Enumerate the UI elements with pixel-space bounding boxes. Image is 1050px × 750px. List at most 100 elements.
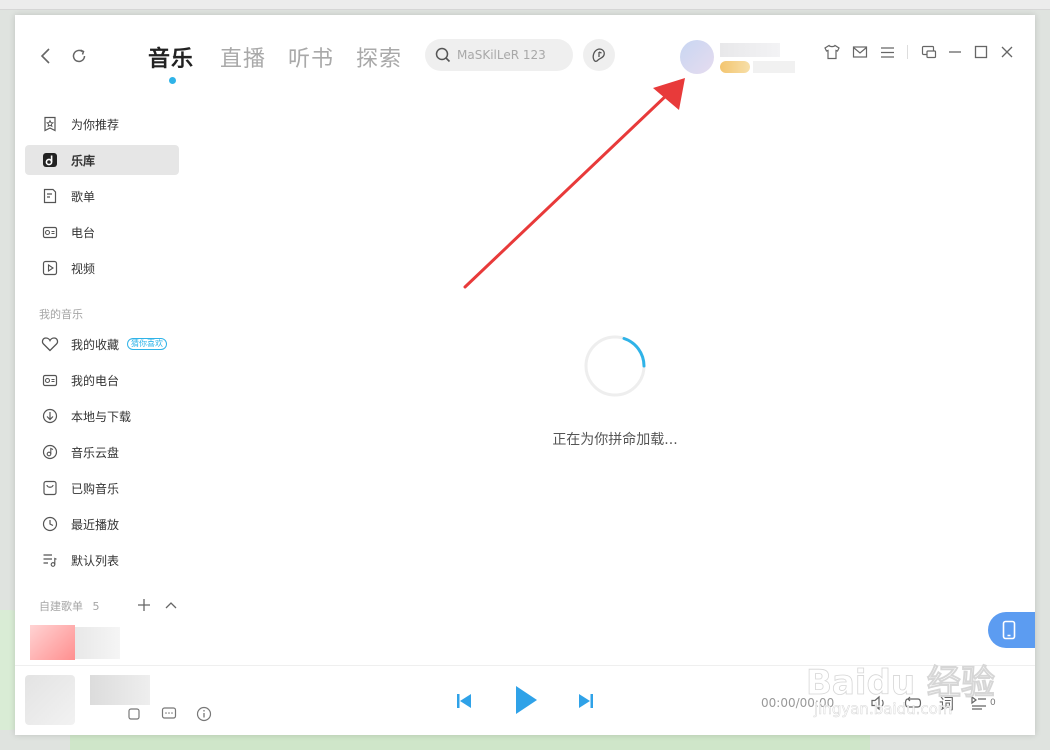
- clock-icon: [41, 515, 59, 533]
- now-playing-cover[interactable]: [25, 675, 75, 725]
- tab-live[interactable]: 直播: [220, 41, 266, 73]
- collapse-playlists-button[interactable]: [163, 597, 179, 613]
- music-app-window: 音乐 直播 听书 探索 为你推荐 乐库 歌单: [15, 15, 1035, 735]
- volume-button[interactable]: [870, 694, 888, 712]
- vip-info-blurred: [753, 61, 795, 73]
- sidebar-item-label: 视频: [71, 261, 96, 276]
- created-playlists-title: 自建歌单 5: [39, 598, 100, 614]
- like-song-button[interactable]: [125, 705, 143, 723]
- mini-mode-button[interactable]: [920, 43, 938, 61]
- playlist-name-blurred[interactable]: [75, 627, 120, 659]
- sidebar-item-video[interactable]: 视频: [25, 253, 179, 283]
- next-track-button[interactable]: [575, 690, 597, 712]
- info-icon: [196, 706, 212, 722]
- square-icon: [128, 708, 140, 720]
- comments-button[interactable]: [160, 705, 178, 723]
- loop-mode-button[interactable]: [904, 694, 922, 712]
- playback-time: 00:00/00:00: [761, 696, 835, 710]
- loading-message: 正在为你拼命加载...: [552, 432, 678, 448]
- desktop-background: [70, 735, 870, 750]
- skin-button[interactable]: [823, 43, 841, 61]
- sidebar-item-label: 歌单: [71, 189, 96, 204]
- now-playing-title-blurred: [90, 675, 150, 705]
- queue-icon: [971, 695, 986, 710]
- music-recognition-icon: [592, 48, 605, 62]
- sidebar-item-label: 乐库: [71, 153, 96, 168]
- heart-icon: [41, 335, 59, 353]
- sidebar-item-label: 本地与下载: [71, 409, 132, 424]
- created-playlists-count: 5: [92, 600, 100, 613]
- sidebar-item-radio[interactable]: 电台: [25, 217, 179, 247]
- purchased-icon: [41, 479, 59, 497]
- search-input[interactable]: [457, 48, 567, 62]
- music-library-icon: [41, 151, 59, 169]
- previous-track-button[interactable]: [453, 690, 475, 712]
- annotation-arrow: [463, 78, 685, 289]
- search-icon: [435, 47, 451, 63]
- close-button[interactable]: [998, 43, 1016, 61]
- sidebar-item-local-download[interactable]: 本地与下载: [25, 401, 179, 431]
- tab-music[interactable]: 音乐: [148, 41, 194, 73]
- sidebar-item-label: 我的收藏: [71, 337, 120, 352]
- phone-sync-button[interactable]: [988, 612, 1035, 648]
- sidebar-item-recommend[interactable]: 为你推荐: [25, 109, 179, 139]
- sidebar-item-library[interactable]: 乐库: [25, 145, 179, 175]
- video-play-icon: [41, 259, 59, 277]
- maximize-button[interactable]: [972, 43, 990, 61]
- sidebar-item-playlists[interactable]: 歌单: [25, 181, 179, 211]
- playlist-doc-icon: [41, 187, 59, 205]
- phone-icon: [1002, 620, 1016, 640]
- cloud-disk-icon: [41, 443, 59, 461]
- minimize-icon: [949, 51, 961, 53]
- toolbar-divider: [907, 45, 908, 59]
- sidebar-item-recent[interactable]: 最近播放: [25, 509, 179, 539]
- sidebar-item-my-radio[interactable]: 我的电台: [25, 365, 179, 395]
- sidebar-item-label: 为你推荐: [71, 117, 120, 132]
- back-button[interactable]: [35, 45, 57, 67]
- play-icon: [516, 686, 537, 714]
- chevron-up-icon: [165, 602, 177, 609]
- sidebar-item-label: 音乐云盘: [71, 445, 120, 460]
- maximize-icon: [974, 45, 988, 59]
- sidebar-item-default-list[interactable]: 默认列表: [25, 545, 179, 575]
- refresh-button[interactable]: [68, 45, 90, 67]
- voice-search-button[interactable]: [583, 39, 615, 71]
- mail-icon: [852, 46, 868, 58]
- play-queue-button[interactable]: [970, 694, 988, 712]
- lyrics-button[interactable]: 词: [939, 693, 954, 714]
- song-info-button[interactable]: [195, 705, 213, 723]
- repeat-icon: [904, 696, 922, 708]
- sidebar-item-label: 电台: [71, 225, 96, 240]
- sidebar-item-cloud-disk[interactable]: 音乐云盘: [25, 437, 179, 467]
- list-music-icon: [41, 551, 59, 569]
- vip-badge[interactable]: [720, 61, 750, 73]
- loading-spinner: [584, 335, 646, 397]
- plus-icon: [138, 599, 150, 611]
- messages-button[interactable]: [851, 43, 869, 61]
- tab-explore[interactable]: 探索: [356, 41, 402, 73]
- play-button[interactable]: [511, 682, 541, 718]
- download-icon: [41, 407, 59, 425]
- sidebar-item-label: 我的电台: [71, 373, 120, 388]
- sidebar-item-purchased[interactable]: 已购音乐: [25, 473, 179, 503]
- mini-mode-icon: [921, 45, 937, 59]
- volume-icon: [871, 695, 884, 711]
- chevron-left-icon: [40, 48, 50, 64]
- shirt-icon: [824, 44, 840, 60]
- refresh-icon: [72, 49, 86, 63]
- playlist-cover-blurred[interactable]: [30, 625, 75, 660]
- tab-audiobook[interactable]: 听书: [288, 41, 334, 73]
- my-music-section-title: 我的音乐: [39, 308, 83, 321]
- add-playlist-button[interactable]: [136, 597, 152, 613]
- skip-back-icon: [457, 694, 471, 708]
- search-box[interactable]: [425, 39, 573, 71]
- sidebar-item-favorites[interactable]: 我的收藏 猜你喜欢: [25, 329, 179, 359]
- close-icon: [1001, 46, 1013, 58]
- guess-you-like-tag[interactable]: 猜你喜欢: [127, 338, 168, 350]
- main-menu-button[interactable]: [878, 43, 896, 61]
- minimize-button[interactable]: [946, 43, 964, 61]
- username-blurred[interactable]: [720, 43, 780, 57]
- sidebar-item-label: 已购音乐: [71, 481, 120, 496]
- avatar[interactable]: [680, 40, 714, 74]
- sidebar-item-label: 默认列表: [71, 553, 120, 568]
